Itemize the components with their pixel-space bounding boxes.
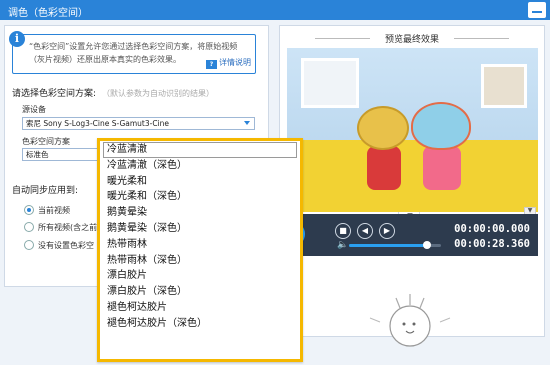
radio-icon — [24, 240, 34, 250]
sync-option-current[interactable]: 当前视频 — [24, 205, 99, 216]
sync-option-all[interactable]: 所有视频(含之前 — [24, 222, 97, 233]
dropdown-option[interactable]: 热带雨林 — [100, 237, 300, 253]
radio-checked-icon — [24, 205, 34, 215]
dropdown-option[interactable]: 褪色柯达胶片（深色） — [100, 316, 300, 332]
time-current: 00:00:00.000 — [454, 223, 530, 235]
sync-title: 自动同步应用到: — [12, 186, 79, 196]
volume-knob[interactable] — [423, 241, 432, 249]
mascot-illustration — [369, 294, 451, 347]
prev-frame-button[interactable]: ◀ — [357, 223, 373, 239]
dropdown-option[interactable]: 鹅黄晕染 — [100, 205, 300, 221]
volume-fill — [349, 244, 428, 247]
help-icon: ? — [206, 60, 217, 69]
help-label: 详情说明 — [219, 58, 251, 67]
scheme-title: 请选择色彩空间方案: — [12, 89, 97, 99]
scheme-section-title: 请选择色彩空间方案: （默认参数为自动识别的结果） — [12, 86, 214, 99]
sync-option-label: 没有设置色彩空 — [38, 241, 94, 250]
color-scheme-select[interactable]: 标准色 — [22, 148, 98, 161]
dropdown-option[interactable]: 热带雨林（深色） — [100, 253, 300, 269]
scheme-hint: （默认参数为自动识别的结果） — [102, 89, 215, 98]
video-frame-right — [481, 64, 527, 108]
window-title: 调色（色彩空间） — [8, 8, 88, 19]
plush-body-right — [423, 146, 461, 190]
preview-title: 预览最终效果 — [279, 32, 545, 45]
sync-option-unset[interactable]: 没有设置色彩空 — [24, 240, 97, 251]
color-scheme-value: 标准色 — [26, 150, 49, 159]
title-bar: 调色（色彩空间） — [0, 0, 550, 20]
sync-option-label: 当前视频 — [38, 206, 70, 215]
dropdown-option[interactable]: 鹅黄晕染（深色） — [100, 221, 300, 237]
plush-body-left — [367, 146, 401, 190]
time-total: 00:00:28.360 — [454, 238, 530, 250]
radio-icon — [24, 222, 34, 232]
stop-button[interactable]: ■ — [335, 223, 351, 239]
dropdown-option[interactable]: 冷蓝清澈（深色） — [100, 158, 300, 174]
minimize-button[interactable] — [528, 2, 546, 18]
volume-slider[interactable] — [349, 241, 441, 249]
dropdown-option[interactable]: 漂白胶片（深色） — [100, 284, 300, 300]
chevron-down-icon — [244, 121, 250, 125]
video-preview — [287, 48, 538, 212]
dropdown-option[interactable]: 褪色柯达胶片 — [100, 300, 300, 316]
dropdown-option[interactable]: 暖光柔和 — [100, 174, 300, 190]
next-frame-button[interactable]: ▶ — [379, 223, 395, 239]
sync-option-label: 所有视频(含之前 — [38, 223, 97, 232]
plush-head-right — [411, 102, 471, 150]
source-device-value: 索尼 Sony S-Log3-Cine S-Gamut3-Cine — [26, 119, 170, 128]
color-scheme-dropdown-list: 冷蓝清澈 冷蓝清澈（深色） 暖光柔和 暖光柔和（深色） 鹅黄晕染 鹅黄晕染（深色） 热带雨林… — [97, 138, 303, 362]
info-icon: i — [9, 31, 25, 47]
dropdown-option[interactable]: 暖光柔和（深色） — [100, 189, 300, 205]
color-scheme-label: 色彩空间方案 — [22, 137, 70, 146]
dropdown-option[interactable]: 冷蓝清澈 — [103, 142, 297, 158]
volume-icon: 🔈 — [337, 240, 349, 250]
minimize-icon — [532, 11, 542, 13]
info-box: i “色彩空间”设置允许您通过选择色彩空间方案，将原始视频（灰片视频）还原出原本… — [9, 31, 256, 74]
player-controls: ■ ◀ ▶ 🔈 00:00:00.000 00:00:28.360 — [287, 214, 538, 256]
video-sofa — [287, 140, 538, 212]
dropdown-option[interactable]: 漂白胶片 — [100, 268, 300, 284]
source-device-label: 源设备 — [22, 105, 46, 114]
source-device-select[interactable]: 索尼 Sony S-Log3-Cine S-Gamut3-Cine — [22, 117, 255, 130]
video-frame-left — [301, 58, 359, 108]
help-link[interactable]: ? 详情说明 — [206, 57, 251, 69]
plush-head-left — [357, 106, 409, 150]
